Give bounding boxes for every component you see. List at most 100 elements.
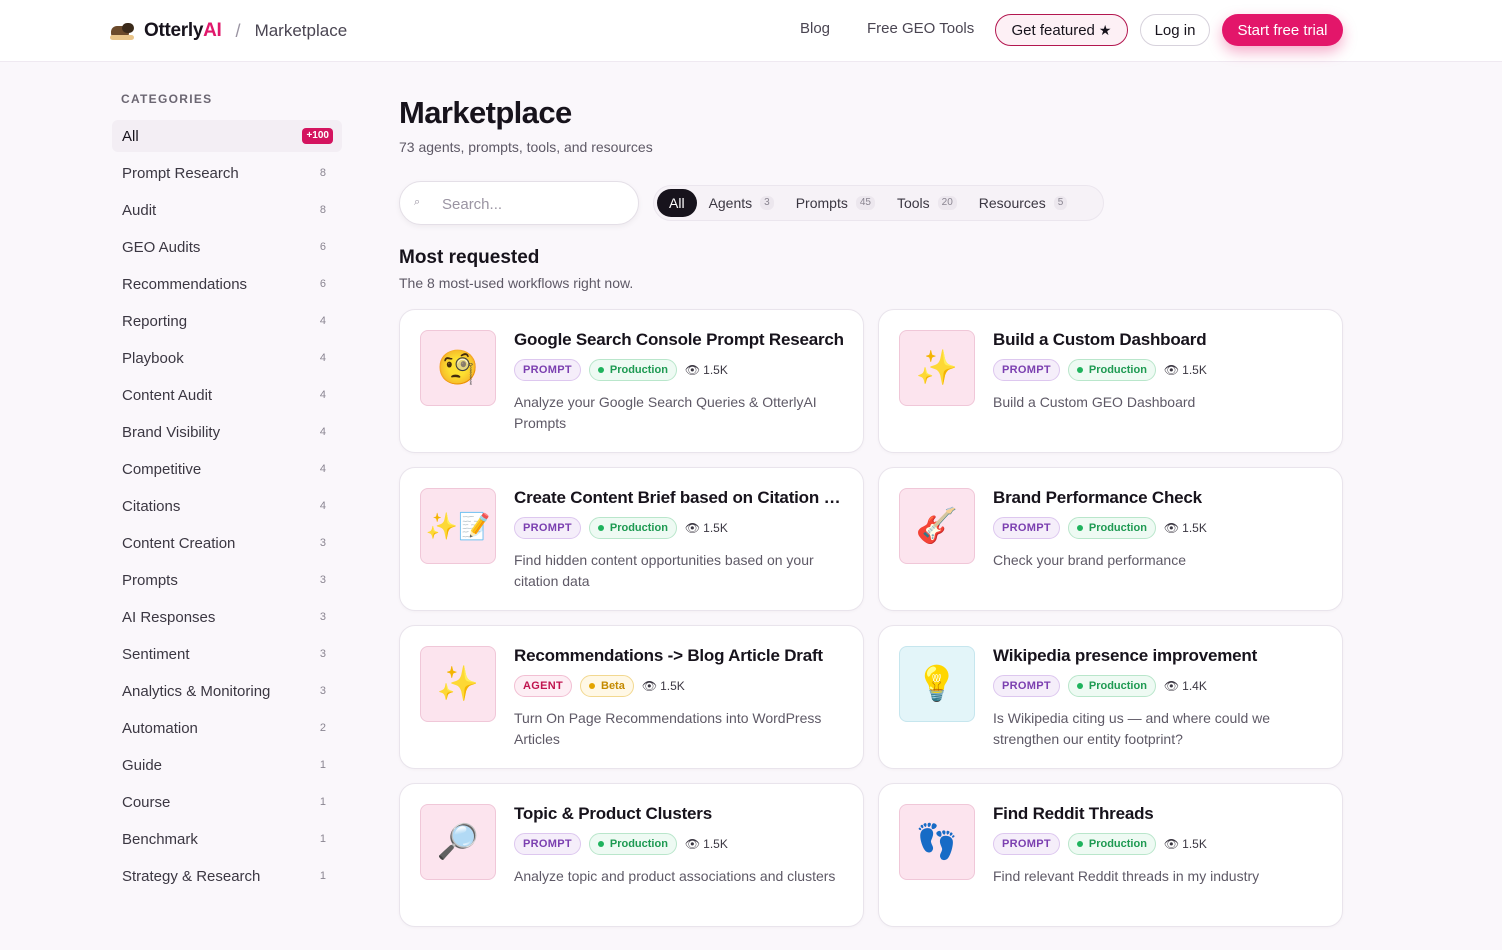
category-label: Course	[122, 793, 171, 811]
search-icon: ⌕	[414, 196, 421, 208]
category-label: Strategy & Research	[122, 867, 261, 885]
category-prompts[interactable]: Prompts 3	[112, 564, 342, 596]
card-title: Build a Custom Dashboard	[993, 330, 1207, 349]
views-value: 1.4K	[1182, 679, 1207, 693]
tab-count: 3	[760, 196, 774, 210]
workflow-card[interactable]: 🧐 Google Search Console Prompt Research …	[399, 309, 864, 453]
category-label: Playbook	[122, 349, 184, 367]
status-badge: Production	[1067, 359, 1156, 381]
get-featured-button[interactable]: Get featured ★	[995, 14, 1128, 46]
categories-sidebar: CATEGORIES All +100 Prompt Research 8 Aud…	[112, 92, 342, 897]
tab-resources[interactable]: Resources 5	[969, 189, 1077, 217]
login-button[interactable]: Log in	[1140, 14, 1210, 46]
card-meta: PROMPT Production 👁 1.5K	[514, 832, 728, 856]
monocle-face-icon: 🧐	[420, 330, 496, 406]
nav-blog-link[interactable]: Blog	[800, 20, 830, 37]
breadcrumb-marketplace[interactable]: Marketplace	[255, 21, 348, 41]
view-count: 👁 1.5K	[685, 521, 728, 535]
category-playbook[interactable]: Playbook 4	[112, 342, 342, 374]
category-reporting[interactable]: Reporting 4	[112, 305, 342, 337]
category-brand-visibility[interactable]: Brand Visibility 4	[112, 416, 342, 448]
workflow-card[interactable]: 🔎 Topic & Product Clusters PROMPT Produc…	[399, 783, 864, 927]
tab-agents[interactable]: Agents 3	[699, 189, 784, 217]
eye-icon: 👁	[684, 837, 701, 851]
card-title: Brand Performance Check	[993, 488, 1202, 507]
status-badge: Production	[1067, 675, 1156, 697]
category-geo-audits[interactable]: GEO Audits 6	[112, 231, 342, 263]
category-course[interactable]: Course 1	[112, 786, 342, 818]
category-analytics-monitoring[interactable]: Analytics & Monitoring 3	[112, 675, 342, 707]
status-label: Production	[1088, 680, 1147, 692]
category-content-audit[interactable]: Content Audit 4	[112, 379, 342, 411]
category-label: Reporting	[122, 312, 188, 330]
category-sentiment[interactable]: Sentiment 3	[112, 638, 342, 670]
category-citations[interactable]: Citations 4	[112, 490, 342, 522]
workflow-card[interactable]: 👣 Find Reddit Threads PROMPT Production …	[878, 783, 1343, 927]
tab-tools[interactable]: Tools 20	[887, 189, 967, 217]
workflow-card[interactable]: ✨📝 Create Content Brief based on Citatio…	[399, 467, 864, 611]
workflow-card[interactable]: ✨ Build a Custom Dashboard PROMPT Produc…	[878, 309, 1343, 453]
category-competitive[interactable]: Competitive 4	[112, 453, 342, 485]
start-free-trial-button[interactable]: Start free trial	[1222, 14, 1343, 46]
views-value: 1.5K	[660, 679, 685, 693]
category-count: 1	[319, 796, 326, 808]
card-meta: PROMPT Production 👁 1.5K	[993, 358, 1207, 382]
category-prompt-research[interactable]: Prompt Research 8	[112, 157, 342, 189]
category-all[interactable]: All +100	[112, 120, 342, 152]
card-meta: PROMPT Production 👁 1.5K	[993, 832, 1207, 856]
status-badge: Production	[588, 833, 677, 855]
tab-label: Agents	[708, 195, 753, 211]
view-count: 👁 1.5K	[1164, 837, 1207, 851]
workflow-card[interactable]: 💡 Wikipedia presence improvement PROMPT …	[878, 625, 1343, 769]
filter-tabs: All Agents 3 Prompts 45 Tools 20 Resources 5	[653, 185, 1104, 221]
light-bulb-icon: 💡	[899, 646, 975, 722]
category-label: Guide	[122, 756, 163, 774]
category-label: Citations	[122, 497, 181, 515]
category-label: Benchmark	[122, 830, 198, 848]
workflow-card[interactable]: ✨ Recommendations -> Blog Article Draft …	[399, 625, 864, 769]
sparkles-icon: ✨	[420, 646, 496, 722]
card-meta: PROMPT Production 👁 1.5K	[514, 358, 728, 382]
category-count: 1	[319, 833, 326, 845]
category-ai-responses[interactable]: AI Responses 3	[112, 601, 342, 633]
card-description: Check your brand performance	[993, 552, 1186, 568]
tab-count: 45	[855, 196, 875, 210]
card-description: Build a Custom GEO Dashboard	[993, 394, 1196, 410]
breadcrumb-separator: /	[235, 20, 241, 41]
views-value: 1.5K	[703, 837, 728, 851]
workflow-card[interactable]: 🎸 Brand Performance Check PROMPT Product…	[878, 467, 1343, 611]
eye-icon: 👁	[684, 521, 701, 535]
eye-icon: 👁	[1163, 521, 1180, 535]
category-guide[interactable]: Guide 1	[112, 749, 342, 781]
category-count: 4	[319, 352, 326, 364]
views-value: 1.5K	[1182, 521, 1207, 535]
brand[interactable]: OtterlyAI / Marketplace	[110, 18, 347, 44]
status-label: Production	[1088, 364, 1147, 376]
status-badge: Beta	[580, 675, 634, 697]
search-input[interactable]	[442, 192, 627, 216]
eye-icon: 👁	[1163, 837, 1180, 851]
category-count: 3	[319, 648, 326, 660]
category-benchmark[interactable]: Benchmark 1	[112, 823, 342, 855]
category-strategy-research[interactable]: Strategy & Research 1	[112, 860, 342, 892]
search-box[interactable]: ⌕	[399, 181, 639, 225]
category-label: AI Responses	[122, 608, 216, 626]
category-label: Sentiment	[122, 645, 190, 663]
card-meta: PROMPT Production 👁 1.5K	[993, 516, 1207, 540]
type-tag: PROMPT	[993, 359, 1060, 381]
views-value: 1.5K	[1182, 363, 1207, 377]
card-description: Analyze topic and product associations a…	[514, 868, 836, 884]
nav-free-geo-tools-link[interactable]: Free GEO Tools	[867, 20, 974, 37]
view-count: 👁 1.5K	[642, 679, 685, 693]
eye-icon: 👁	[1163, 363, 1180, 377]
category-count-badge: +100	[302, 128, 333, 144]
card-title: Google Search Console Prompt Research	[514, 330, 844, 349]
category-content-creation[interactable]: Content Creation 3	[112, 527, 342, 559]
category-audit[interactable]: Audit 8	[112, 194, 342, 226]
tab-all[interactable]: All	[657, 189, 697, 217]
brand-name: OtterlyAI	[144, 20, 222, 41]
category-recommendations[interactable]: Recommendations 6	[112, 268, 342, 300]
tab-prompts[interactable]: Prompts 45	[786, 189, 885, 217]
category-count: 1	[319, 870, 326, 882]
category-automation[interactable]: Automation 2	[112, 712, 342, 744]
